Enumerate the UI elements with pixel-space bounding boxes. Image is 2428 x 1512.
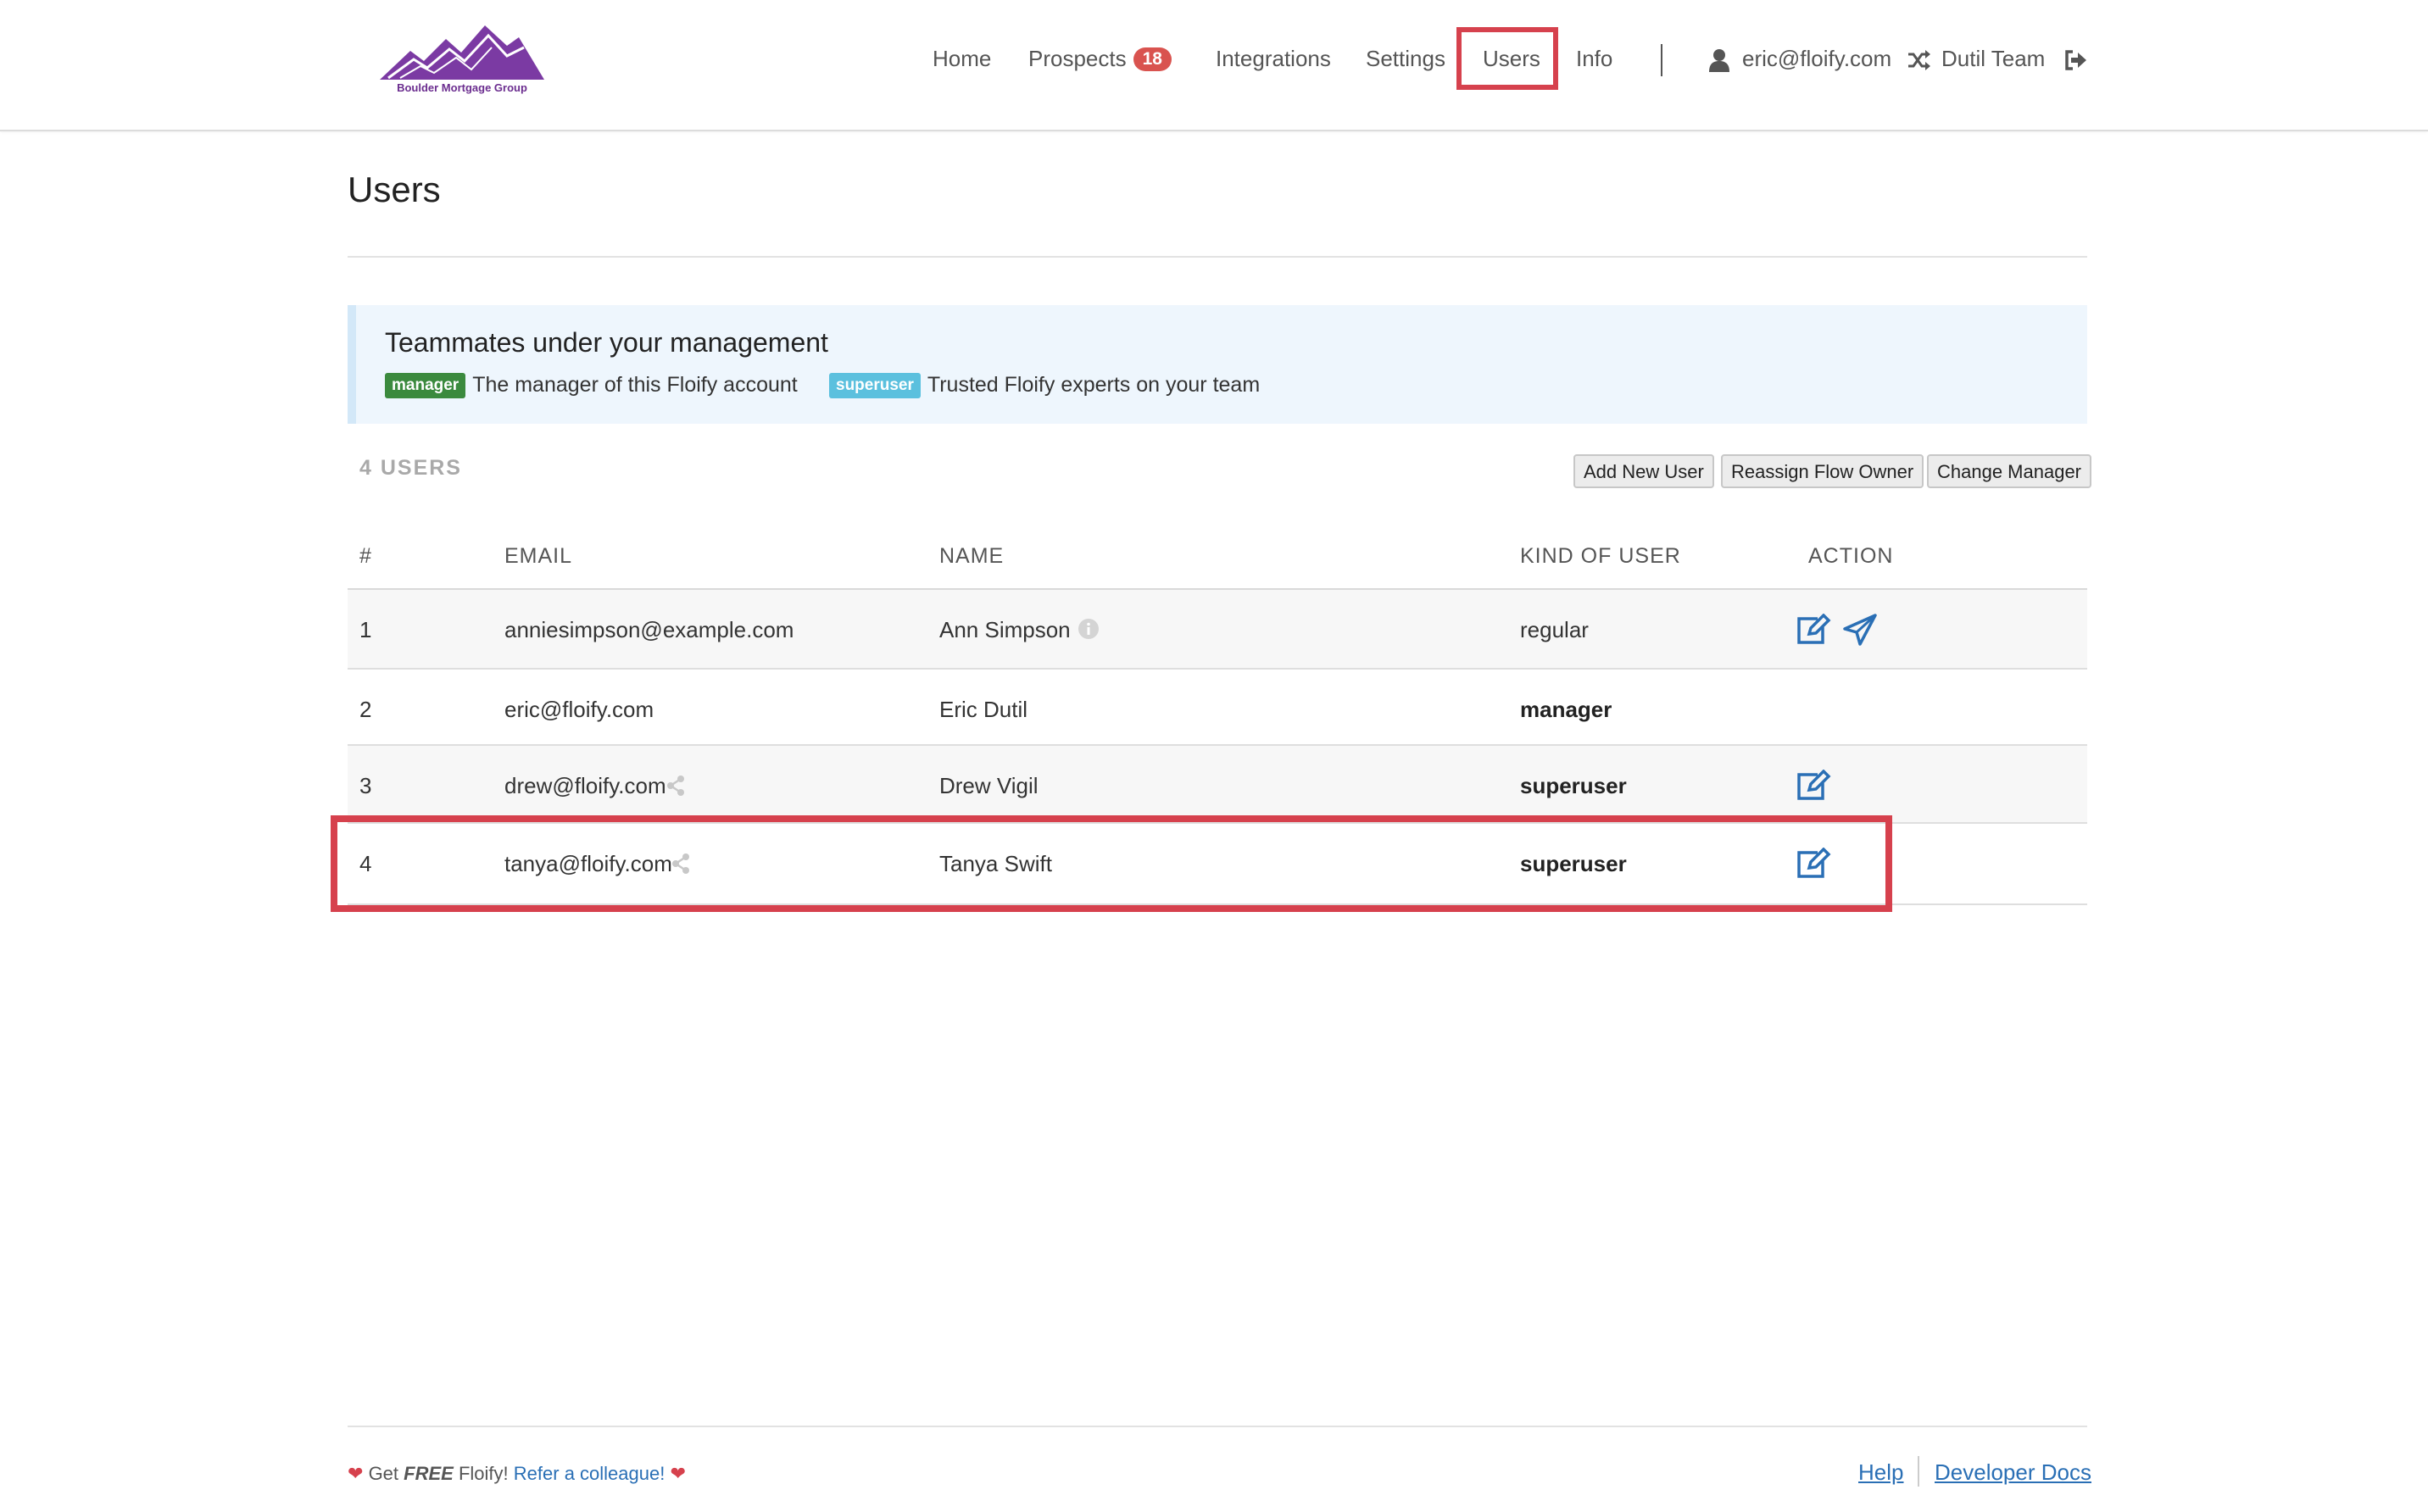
nav-divider: [1661, 44, 1662, 76]
row-kind: superuser: [1520, 773, 1627, 798]
shuffle-icon[interactable]: [1907, 49, 1930, 75]
callout-title: Teammates under your management: [385, 327, 828, 358]
mountain-logo-icon: [380, 25, 544, 80]
page-title: Users: [348, 170, 441, 209]
table-row: 3 drew@floify.com Drew Vigil superuser: [348, 746, 2087, 824]
brand-logo[interactable]: Boulder Mortgage Group: [380, 22, 544, 100]
prospects-count-badge: 18: [1133, 47, 1172, 71]
title-divider: [348, 256, 2087, 258]
nav-settings[interactable]: Settings: [1366, 46, 1445, 76]
paper-plane-icon[interactable]: [1843, 614, 1877, 650]
nav-user-email[interactable]: eric@floify.com: [1742, 46, 1891, 76]
manager-legend: manager The manager of this Floify accoun…: [385, 373, 798, 398]
superuser-tag: superuser: [829, 373, 921, 398]
user-icon: [1709, 48, 1729, 76]
footer-link-divider: [1918, 1456, 1919, 1487]
users-count: 4 USERS: [359, 456, 462, 480]
footer-get: Get: [368, 1463, 399, 1484]
footer-floify: Floify!: [458, 1463, 509, 1484]
column-header-action: ACTION: [1808, 544, 1894, 568]
row-number: 3: [359, 773, 372, 798]
heart-icon: ❤: [670, 1463, 686, 1484]
footer-referral: ❤ Get FREE Floify! Refer a colleague! ❤: [348, 1463, 686, 1485]
nav-prospects-label: Prospects: [1028, 46, 1127, 71]
share-icon[interactable]: [666, 775, 685, 800]
manager-tag: manager: [385, 373, 466, 398]
superuser-desc: Trusted Floify experts on your team: [927, 373, 1261, 397]
add-new-user-button[interactable]: Add New User: [1573, 454, 1714, 488]
refer-colleague-link[interactable]: Refer a colleague!: [514, 1463, 665, 1484]
row-email[interactable]: eric@floify.com: [504, 697, 654, 723]
sign-out-icon[interactable]: [2064, 49, 2086, 75]
row-email[interactable]: anniesimpson@example.com: [504, 617, 794, 643]
users-nav-highlight: [1456, 27, 1558, 90]
nav-home[interactable]: Home: [933, 46, 991, 76]
nav-team[interactable]: Dutil Team: [1941, 46, 2045, 76]
table-row: 2 eric@floify.com Eric Dutil manager: [348, 670, 2087, 746]
table-row: 1 anniesimpson@example.com Ann Simpson r…: [348, 590, 2087, 670]
developer-docs-link[interactable]: Developer Docs: [1935, 1459, 2091, 1486]
nav-prospects[interactable]: Prospects 18: [1028, 46, 1172, 76]
row-email[interactable]: drew@floify.com: [504, 773, 666, 799]
nav-integrations[interactable]: Integrations: [1216, 46, 1331, 76]
row-4-highlight: [331, 815, 1892, 912]
info-icon[interactable]: [1078, 619, 1099, 643]
edit-icon[interactable]: [1796, 613, 1831, 650]
reassign-flow-owner-button[interactable]: Reassign Flow Owner: [1721, 454, 1924, 488]
heart-icon: ❤: [348, 1463, 364, 1484]
row-name: Drew Vigil: [939, 773, 1039, 798]
column-header-email: EMAIL: [504, 544, 573, 568]
row-number: 1: [359, 617, 372, 642]
row-name: Eric Dutil: [939, 697, 1028, 722]
footer-divider: [348, 1426, 2087, 1427]
footer-free: FREE: [404, 1463, 454, 1484]
top-navbar: Boulder Mortgage Group Home Prospects 18 …: [0, 0, 2428, 131]
column-header-name: NAME: [939, 544, 1005, 568]
row-kind: regular: [1520, 617, 1589, 642]
nav-info[interactable]: Info: [1576, 46, 1612, 76]
superuser-legend: superuser Trusted Floify experts on your …: [829, 373, 1260, 398]
help-link[interactable]: Help: [1858, 1459, 1903, 1486]
row-name: Ann Simpson: [939, 617, 1071, 642]
brand-name: Boulder Mortgage Group: [397, 81, 527, 94]
management-callout: Teammates under your management manager T…: [348, 305, 2087, 424]
edit-icon[interactable]: [1796, 769, 1831, 806]
change-manager-button[interactable]: Change Manager: [1927, 454, 2092, 488]
column-header-number: #: [359, 544, 372, 568]
row-kind: manager: [1520, 697, 1612, 722]
row-number: 2: [359, 697, 372, 722]
manager-desc: The manager of this Floify account: [472, 373, 798, 397]
column-header-kind: KIND OF USER: [1520, 544, 1681, 568]
